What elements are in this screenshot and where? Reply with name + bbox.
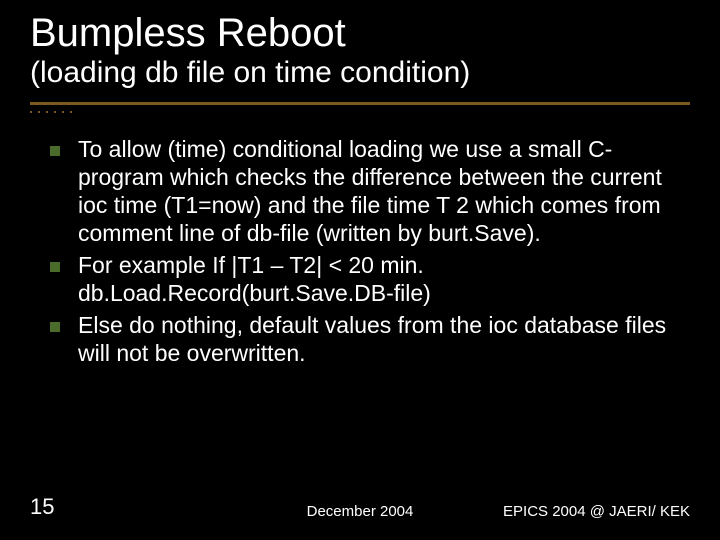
- list-item: Else do nothing, default values from the…: [50, 311, 680, 367]
- slide-title: Bumpless Reboot: [30, 12, 690, 54]
- content-area: To allow (time) conditional loading we u…: [30, 135, 690, 367]
- bullet-text: Else do nothing, default values from the…: [78, 311, 680, 367]
- slide-subtitle: (loading db file on time condition): [30, 56, 690, 90]
- square-bullet-icon: [50, 322, 60, 332]
- list-item: To allow (time) conditional loading we u…: [50, 135, 680, 247]
- page-number: 15: [30, 494, 54, 520]
- slide: Bumpless Reboot (loading db file on time…: [0, 0, 720, 540]
- square-bullet-icon: [50, 146, 60, 156]
- list-item: For example If |T1 – T2| < 20 min. db.Lo…: [50, 251, 680, 307]
- footer-center: December 2004: [307, 503, 414, 520]
- divider: [30, 102, 690, 115]
- divider-line: [30, 102, 690, 105]
- footer-right: EPICS 2004 @ JAERI/ KEK: [503, 503, 690, 520]
- square-bullet-icon: [50, 262, 60, 272]
- bullet-text: To allow (time) conditional loading we u…: [78, 135, 680, 247]
- divider-dots: [30, 109, 690, 115]
- bullet-text: For example If |T1 – T2| < 20 min. db.Lo…: [78, 251, 680, 307]
